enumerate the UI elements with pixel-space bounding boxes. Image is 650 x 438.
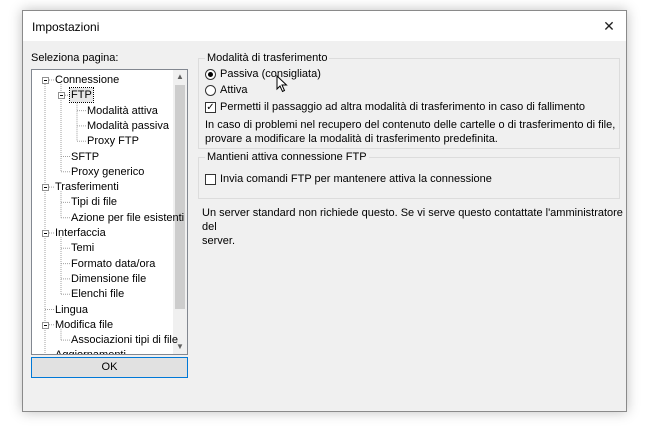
help-line-1: In caso di problemi nel recupero del con…: [205, 119, 616, 131]
keepalive-note: Un server standard non richiede questo. …: [202, 206, 626, 248]
help-line-2: provare a modificare la modalità di tras…: [205, 133, 498, 145]
close-button[interactable]: ✕: [592, 11, 626, 41]
ok-button[interactable]: OK: [31, 357, 188, 378]
fallback-checkbox[interactable]: ✓: [205, 101, 216, 113]
tree-item[interactable]: Aggiornamenti: [54, 348, 127, 354]
tree-item[interactable]: Formato data/ora: [70, 257, 156, 271]
scroll-up-icon[interactable]: ▲: [173, 70, 187, 84]
tree-item[interactable]: Elenchi file: [70, 287, 125, 301]
collapse-toggle-icon[interactable]: [42, 230, 49, 237]
tree-item[interactable]: Associazioni tipi di file: [70, 333, 179, 347]
tree-item[interactable]: Connessione: [54, 73, 120, 87]
tree-item[interactable]: Lingua: [54, 303, 89, 317]
transfer-mode-help: In caso di problemi nel recupero del con…: [205, 118, 615, 146]
note-line-2: server.: [202, 235, 236, 247]
transfer-mode-title: Modalità di trasferimento: [205, 52, 330, 65]
keepalive-title: Mantieni attiva connessione FTP: [205, 151, 369, 164]
tree-item[interactable]: Proxy FTP: [86, 134, 140, 148]
keepalive-checkbox[interactable]: [205, 173, 216, 185]
tree-item[interactable]: Interfaccia: [54, 226, 107, 240]
tree-item[interactable]: Modifica file: [54, 318, 114, 332]
tree-item[interactable]: Tipi di file: [70, 195, 118, 209]
keepalive-checkbox-row[interactable]: Invia comandi FTP per mantenere attiva l…: [205, 172, 492, 186]
radio-active-control[interactable]: [205, 84, 216, 96]
mouse-cursor-icon: [276, 75, 288, 93]
tree-item[interactable]: Azione per file esistenti: [70, 211, 185, 225]
radio-active-label[interactable]: Attiva: [220, 84, 248, 96]
scroll-thumb[interactable]: [175, 85, 185, 309]
tree-item[interactable]: Temi: [70, 241, 95, 255]
tree-item[interactable]: Modalità attiva: [86, 104, 159, 118]
collapse-toggle-icon[interactable]: [42, 77, 49, 84]
fallback-checkbox-label[interactable]: Permetti il passaggio ad altra modalità …: [220, 101, 585, 113]
tree-item[interactable]: SFTP: [70, 150, 100, 164]
radio-passive[interactable]: Passiva (consigliata): [205, 67, 321, 81]
keepalive-group: Mantieni attiva connessione FTP Invia co…: [198, 151, 620, 199]
transfer-mode-group: Modalità di trasferimento Passiva (consi…: [198, 52, 620, 149]
settings-dialog: Impostazioni ✕ Seleziona pagina: ▲ ▼ Con…: [22, 10, 627, 412]
page-tree[interactable]: ▲ ▼ Connessione FTP Modalità attiva Modalit…: [31, 69, 188, 355]
title-bar: Impostazioni ✕: [23, 11, 626, 41]
tree-item[interactable]: Proxy generico: [70, 165, 145, 179]
collapse-toggle-icon[interactable]: [58, 92, 65, 100]
window-title: Impostazioni: [32, 20, 100, 34]
keepalive-checkbox-label[interactable]: Invia comandi FTP per mantenere attiva l…: [220, 173, 492, 185]
fallback-checkbox-row[interactable]: ✓ Permetti il passaggio ad altra modalit…: [205, 100, 585, 114]
tree-item[interactable]: FTP: [69, 87, 94, 104]
close-icon: ✕: [603, 17, 615, 34]
radio-active[interactable]: Attiva: [205, 83, 248, 97]
tree-item[interactable]: Modalità passiva: [86, 119, 170, 133]
collapse-toggle-icon[interactable]: [42, 184, 49, 192]
radio-passive-control[interactable]: [205, 68, 216, 80]
select-page-label: Seleziona pagina:: [31, 52, 119, 64]
tree-item[interactable]: Trasferimenti: [54, 180, 120, 194]
note-line-1: Un server standard non richiede questo. …: [202, 207, 623, 233]
radio-passive-label[interactable]: Passiva (consigliata): [220, 68, 321, 80]
tree-item[interactable]: Dimensione file: [70, 272, 147, 286]
collapse-toggle-icon[interactable]: [42, 321, 49, 329]
